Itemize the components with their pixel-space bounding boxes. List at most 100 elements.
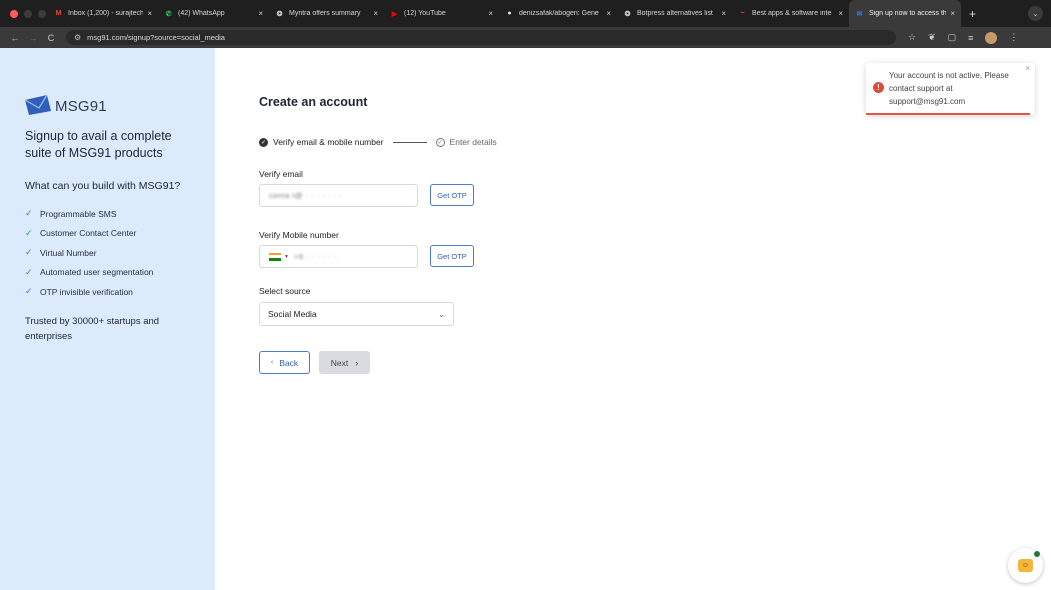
tab-close-icon[interactable]: × — [606, 9, 611, 18]
chevron-down-icon: ⌄ — [438, 309, 445, 319]
browser-toolbar-icons: ☆ ❦ ▢ ≡ ⋮ — [908, 31, 1018, 44]
signup-page: MSG91 Signup to avail a complete suite o… — [0, 48, 1051, 590]
close-icon[interactable]: × — [1025, 64, 1030, 73]
mobile-value: +9 · · · · · · — [293, 252, 337, 261]
window-controls — [0, 9, 48, 18]
g2-icon: ~ — [740, 10, 745, 17]
tab-close-icon[interactable]: × — [721, 9, 726, 18]
url-input[interactable]: ⚙ msg91.com/signup?source=social_media — [66, 30, 896, 45]
mobile-field[interactable]: ▼ +9 · · · · · · — [259, 245, 418, 268]
email-get-otp-button[interactable]: Get OTP — [430, 184, 474, 206]
source-select[interactable]: Social Media ⌄ — [259, 302, 454, 326]
profile-avatar[interactable] — [985, 31, 998, 44]
tab-label: (12) YouTube — [404, 10, 446, 17]
gmail-icon: M — [55, 10, 62, 17]
tab-search-icon[interactable]: ⌄ — [1028, 6, 1043, 21]
online-status-dot — [1034, 551, 1040, 557]
page-title: Create an account — [259, 95, 368, 109]
next-button[interactable]: Next › — [319, 351, 370, 374]
feature-item: ✓ Programmable SMS — [25, 208, 117, 219]
chevron-left-icon: ‹ — [270, 359, 274, 366]
toast-progress-bar — [866, 113, 1030, 115]
browser-tab[interactable]: ~ Best apps & software inte × — [732, 0, 849, 27]
email-value: conta t@ · · · · · · · — [269, 191, 343, 200]
tab-label: denizsafak/abogen: Gene — [519, 10, 599, 17]
browser-tab[interactable]: ❂ Myntra offers summary × — [269, 0, 384, 27]
tab-label: (42) WhatsApp — [178, 10, 225, 17]
tab-close-icon[interactable]: × — [258, 9, 263, 18]
sidebar-tagline: Signup to avail a complete suite of MSG9… — [25, 129, 172, 160]
tab-label: Myntra offers summary — [289, 10, 361, 17]
india-flag-icon[interactable] — [269, 252, 281, 261]
tab-label: Inbox (1,200) - surajtech: — [68, 10, 144, 17]
mobile-label: Verify Mobile number — [259, 230, 339, 240]
feature-item: ✓ Automated user segmentation — [25, 266, 154, 278]
tab-label: Sign up now to access th — [869, 10, 947, 17]
feature-item: ✓ Virtual Number — [25, 247, 97, 258]
forward-arrow-icon[interactable]: → — [24, 33, 42, 43]
source-selected-value: Social Media — [268, 309, 317, 319]
signup-stepper: ✓ Verify email & mobile number ✓ Enter d… — [259, 137, 497, 147]
browser-tab[interactable]: ✉ Sign up now to access th × — [849, 0, 961, 27]
chevron-right-icon: › — [355, 357, 359, 368]
site-settings-icon[interactable]: ⚙ — [74, 33, 81, 42]
maximize-window-button[interactable] — [38, 9, 46, 18]
chat-widget-button[interactable]: ☺ — [1008, 548, 1043, 583]
error-icon: ! — [873, 82, 884, 93]
feature-item: ✓ Customer Contact Center — [25, 227, 137, 239]
country-dropdown-icon[interactable]: ▼ — [284, 254, 289, 260]
extensions-puzzle-icon[interactable]: ▢ — [948, 32, 957, 43]
trusted-by-text: Trusted by 30000+ startups and enterpris… — [25, 316, 160, 342]
msg91-logo: MSG91 — [25, 95, 107, 115]
sidebar-panel: MSG91 Signup to avail a complete suite o… — [0, 48, 215, 590]
new-tab-button[interactable]: + — [961, 7, 984, 21]
step-connector — [392, 141, 427, 143]
close-window-button[interactable] — [10, 9, 18, 18]
browser-tab[interactable]: ❂ Botpress alternatives list × — [617, 0, 732, 27]
chatgpt-icon: ❂ — [276, 10, 283, 18]
chatgpt-icon: ❂ — [624, 10, 631, 18]
browser-tab[interactable]: ✆ (42) WhatsApp × — [158, 0, 269, 27]
check-icon: ✓ — [25, 286, 33, 297]
back-arrow-icon[interactable]: ← — [6, 33, 24, 43]
tab-label: Best apps & software inte — [752, 10, 832, 17]
email-label: Verify email — [259, 169, 303, 179]
extension-icon[interactable]: ❦ — [928, 32, 936, 43]
tab-close-icon[interactable]: × — [488, 9, 493, 18]
tab-close-icon[interactable]: × — [950, 9, 955, 18]
tab-label: Botpress alternatives list — [637, 10, 713, 17]
whatsapp-icon: ✆ — [165, 10, 172, 18]
youtube-icon: ▶ — [391, 10, 398, 18]
check-icon: ✓ — [25, 227, 33, 238]
step-pending-icon: ✓ — [435, 137, 445, 147]
chat-bubble-icon: ☺ — [1018, 559, 1033, 572]
url-text: msg91.com/signup?source=social_media — [87, 33, 225, 42]
browser-menu-icon[interactable]: ⋮ — [1009, 32, 1018, 43]
source-label: Select source — [259, 286, 311, 296]
browser-tab-bar: M Inbox (1,200) - surajtech: × ✆ (42) WhatsA… — [0, 0, 1051, 27]
step-details-label: Enter details — [449, 137, 497, 147]
bookmark-star-icon[interactable]: ☆ — [908, 32, 916, 43]
tab-strip: M Inbox (1,200) - surajtech: × ✆ (42) WhatsA… — [48, 0, 961, 27]
email-field[interactable]: conta t@ · · · · · · · — [259, 184, 418, 207]
tab-close-icon[interactable]: × — [373, 9, 378, 18]
feature-list: ✓ Programmable SMS ✓ Customer Contact Cent… — [25, 204, 153, 302]
mobile-get-otp-button[interactable]: Get OTP — [430, 245, 474, 267]
minimize-window-button[interactable] — [24, 9, 32, 18]
check-icon: ✓ — [25, 208, 33, 219]
browser-tab[interactable]: ▶ (12) YouTube × — [384, 0, 499, 27]
reload-icon[interactable]: C — [42, 33, 60, 43]
sidebar-question: What can you build with MSG91? — [25, 180, 181, 192]
back-button[interactable]: ‹ Back — [259, 351, 310, 374]
toast-message: Your account is not active, Please conta… — [889, 71, 1009, 106]
check-icon: ✓ — [25, 266, 33, 277]
tab-close-icon[interactable]: × — [838, 9, 843, 18]
address-bar-row: ← → C ⚙ msg91.com/signup?source=social_m… — [0, 27, 1051, 48]
browser-tab[interactable]: M Inbox (1,200) - surajtech: × — [48, 0, 158, 27]
browser-tab[interactable]: ● denizsafak/abogen: Gene × — [499, 0, 617, 27]
feature-item: ✓ OTP invisible verification — [25, 286, 133, 297]
step-complete-icon: ✓ — [259, 137, 268, 147]
msg91-icon: ✉ — [856, 10, 863, 18]
tab-close-icon[interactable]: × — [147, 9, 152, 18]
media-controls-icon[interactable]: ≡ — [968, 33, 973, 43]
